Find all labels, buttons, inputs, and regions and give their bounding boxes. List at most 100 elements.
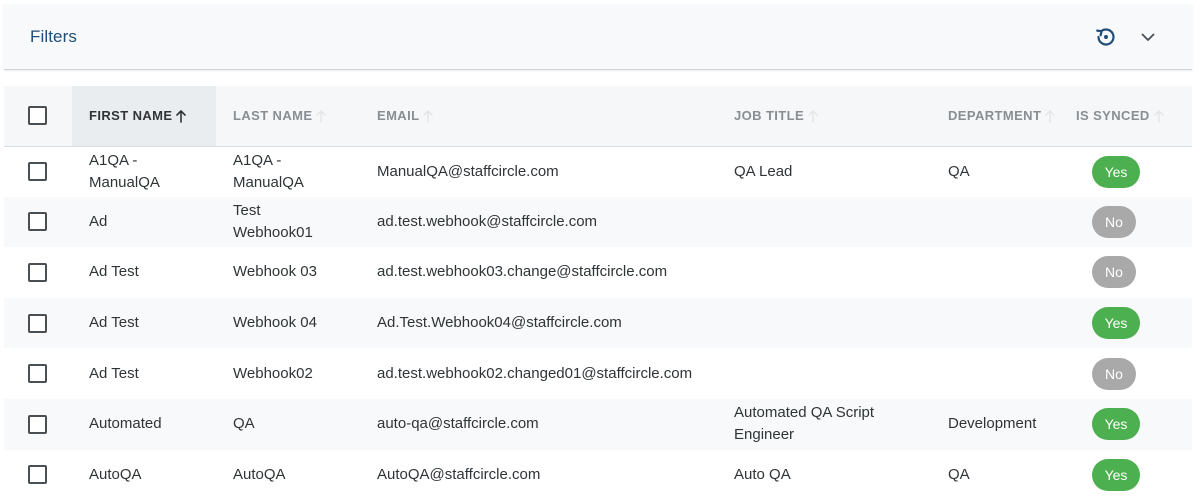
select-all-checkbox[interactable] [28,106,47,126]
table-header-row: FIRST NAME LAST NAME EMAIL JOB TITLE DEP… [4,86,1192,146]
cell-job-title-text: QA Lead [734,162,793,180]
cell-email: auto-qa@staffcircle.com [360,399,717,450]
column-label: DEPARTMENT [948,108,1042,124]
cell-first-name-text: Ad [89,212,108,230]
cell-department: QA [931,146,1072,197]
cell-last-name: Test Webhook01 [216,197,360,248]
column-label: EMAIL [377,108,420,124]
cell-first-name-text: Ad Test [89,314,139,332]
table-row[interactable]: Ad Test Webhook 04 Ad.Test.Webhook04@staff… [4,297,1192,349]
cell-job-title [717,348,931,399]
row-select-cell [4,399,72,450]
filters-panel[interactable]: Filters [4,4,1192,70]
row-checkbox[interactable] [28,212,47,232]
cell-email-text: auto-qa@staffcircle.com [377,415,539,433]
cell-department [931,298,1072,349]
cell-is-synced: Yes [1072,450,1192,501]
cell-first-name: Ad [72,197,216,248]
row-select-cell [4,348,72,399]
sort-arrow-icon [1044,109,1056,123]
cell-job-title [717,197,931,248]
cell-department [931,247,1072,298]
table-row[interactable]: Ad Test Webhook 03 ad.test.webhook03.chang… [4,247,1192,298]
sort-arrow-icon [807,109,819,123]
history-reset-icon[interactable] [1094,25,1118,49]
column-label: LAST NAME [233,108,313,124]
sort-arrow-icon [315,109,327,123]
synced-status-badge: Yes [1092,307,1140,340]
row-checkbox[interactable] [28,162,47,182]
column-header-last-name[interactable]: LAST NAME [216,86,360,146]
cell-last-name-text: AutoQA [233,465,286,483]
cell-email: AutoQA@staffcircle.com [360,450,717,501]
cell-email: ManualQA@staffcircle.com [360,146,717,197]
row-checkbox[interactable] [28,414,47,434]
cell-email-text: ManualQA@staffcircle.com [377,162,559,180]
row-checkbox[interactable] [28,364,47,384]
table-row[interactable]: A1QA - ManualQA A1QA - ManualQA ManualQA@s… [4,146,1192,197]
cell-first-name: AutoQA [72,450,216,501]
cell-department [931,348,1072,399]
row-select-cell [4,298,72,349]
sort-arrow-icon [1153,109,1165,123]
cell-last-name-text: Webhook02 [233,364,313,382]
row-checkbox[interactable] [28,313,47,333]
row-select-cell [4,450,72,501]
cell-last-name-text: QA [233,415,255,433]
cell-last-name-text: Test Webhook01 [233,201,313,241]
table-row[interactable]: Automated QA auto-qa@staffcircle.com Automa… [4,398,1192,450]
row-select-cell [4,247,72,298]
column-header-first-name[interactable]: FIRST NAME [72,86,216,146]
users-table: FIRST NAME LAST NAME EMAIL JOB TITLE DEP… [4,86,1192,500]
column-header-department[interactable]: DEPARTMENT [931,86,1072,146]
cell-is-synced: No [1072,247,1192,298]
row-select-cell [4,197,72,248]
cell-email-text: ad.test.webhook03.change@staffcircle.com [377,263,668,281]
table-row[interactable]: Ad Test Webhook01 ad.test.webhook@staffcir… [4,196,1192,248]
cell-last-name: Webhook 03 [216,247,360,298]
synced-status-badge: No [1092,256,1136,289]
cell-first-name-text: Ad Test [89,364,139,382]
cell-department: QA [931,450,1072,501]
cell-last-name-text: A1QA - ManualQA [233,151,304,191]
cell-is-synced: Yes [1072,298,1192,349]
cell-job-title-text: Auto QA [734,465,791,483]
cell-email-text: Ad.Test.Webhook04@staffcircle.com [377,314,622,332]
synced-status-badge: Yes [1092,458,1140,491]
filters-title[interactable]: Filters [30,27,77,47]
row-checkbox[interactable] [28,465,47,485]
cell-first-name-text: A1QA - ManualQA [89,151,160,191]
column-header-is-synced[interactable]: IS SYNCED [1072,86,1192,146]
cell-email: Ad.Test.Webhook04@staffcircle.com [360,298,717,349]
cell-first-name: A1QA - ManualQA [72,146,216,197]
cell-email-text: ad.test.webhook02.changed01@staffcircle.… [377,364,693,382]
cell-job-title: QA Lead [717,146,931,197]
table-body: A1QA - ManualQA A1QA - ManualQA ManualQA@s… [4,146,1192,500]
cell-first-name: Ad Test [72,247,216,298]
cell-last-name-text: Webhook 04 [233,314,317,332]
row-checkbox[interactable] [28,262,47,282]
cell-job-title [717,247,931,298]
column-label: IS SYNCED [1076,108,1150,124]
synced-status-badge: Yes [1092,155,1140,188]
cell-last-name: Webhook 04 [216,298,360,349]
cell-department-text: QA [948,465,970,483]
cell-last-name-text: Webhook 03 [233,263,317,281]
column-header-job-title[interactable]: JOB TITLE [717,86,931,146]
cell-first-name: Automated [72,399,216,450]
column-header-email[interactable]: EMAIL [360,86,717,146]
cell-last-name: Webhook02 [216,348,360,399]
cell-job-title-text: Automated QA Script Engineer [734,404,875,444]
cell-department: Development [931,399,1072,450]
cell-first-name-text: AutoQA [89,465,142,483]
chevron-down-icon[interactable] [1136,25,1160,49]
cell-first-name: Ad Test [72,348,216,399]
table-row[interactable]: Ad Test Webhook02 ad.test.webhook02.change… [4,348,1192,399]
filters-actions [1094,25,1166,49]
cell-job-title: Auto QA [717,450,931,501]
table-row[interactable]: AutoQA AutoQA AutoQA@staffcircle.com Auto Q… [4,450,1192,501]
cell-is-synced: Yes [1072,146,1192,197]
cell-email: ad.test.webhook03.change@staffcircle.com [360,247,717,298]
cell-email-text: ad.test.webhook@staffcircle.com [377,212,598,230]
cell-is-synced: No [1072,197,1192,248]
